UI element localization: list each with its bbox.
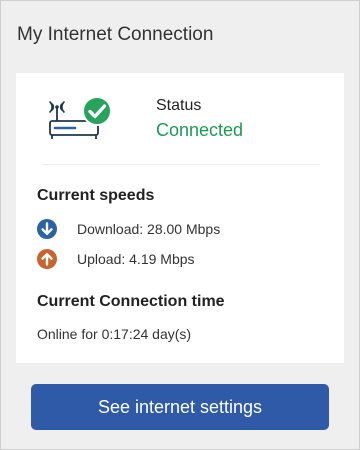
see-internet-settings-button[interactable]: See internet settings bbox=[31, 384, 329, 430]
upload-speed-text: Upload: 4.19 Mbps bbox=[77, 251, 195, 267]
download-speed-row: Download: 28.00 Mbps bbox=[37, 218, 220, 240]
download-arrow-icon bbox=[37, 219, 57, 239]
online-duration-text: Online for 0:17:24 day(s) bbox=[37, 326, 192, 342]
section-divider bbox=[42, 164, 320, 165]
connection-card: Status Connected Current speeds Download… bbox=[16, 73, 344, 363]
widget-title: My Internet Connection bbox=[17, 24, 214, 45]
router-connected-icon bbox=[47, 95, 113, 143]
check-circle-icon bbox=[81, 95, 113, 127]
status-label: Status bbox=[156, 97, 202, 114]
upload-arrow-icon bbox=[37, 249, 57, 269]
connection-time-heading: Current Connection time bbox=[37, 293, 225, 310]
upload-speed-row: Upload: 4.19 Mbps bbox=[37, 248, 195, 270]
download-speed-text: Download: 28.00 Mbps bbox=[77, 221, 221, 237]
internet-connection-widget: My Internet Connection Status Connected … bbox=[0, 0, 360, 450]
current-speeds-heading: Current speeds bbox=[37, 187, 155, 204]
status-value: Connected bbox=[156, 120, 244, 140]
